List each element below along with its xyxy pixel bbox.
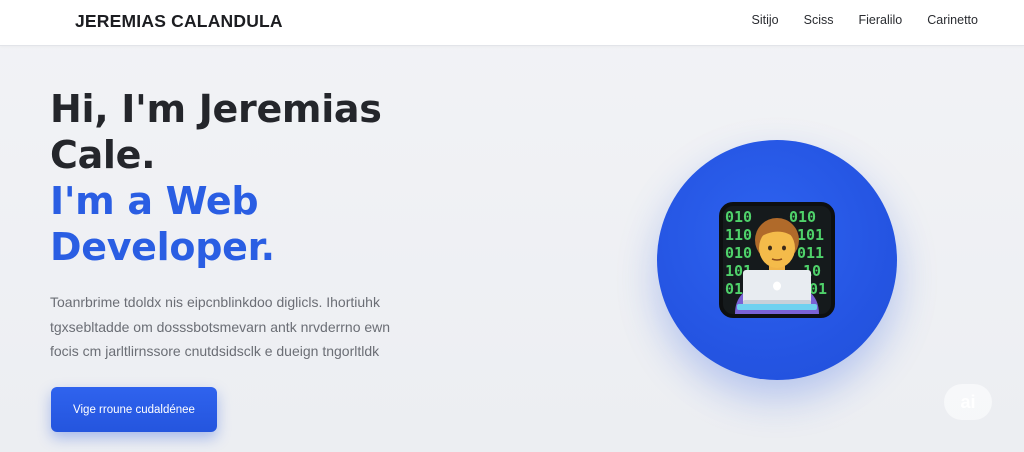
top-navbar: JEREMIAS CALANDULA Sitijo Sciss Fieralil… (0, 0, 1024, 46)
hero-title-line-2: Cale. (50, 133, 156, 177)
hero-description-line-3: focis cm jarltlirnssore cnutdsidsclk e d… (50, 343, 380, 359)
nav-link-1[interactable]: Sitijo (752, 13, 779, 27)
svg-text:011: 011 (797, 244, 824, 262)
nav-link-4[interactable]: Carinetto (927, 13, 978, 27)
hero-accent-line-1: I'm a Web (50, 179, 259, 223)
ai-badge[interactable]: ai (944, 384, 992, 420)
hero-description-line-1: Toanrbrime tdoldx nis eipcnblinkdoo digl… (50, 294, 380, 310)
hero-description-line-2: tgxsebltadde om dosssbotsmevarn antk nrv… (50, 318, 391, 335)
hero-description: Toanrbrime tdoldx nis eipcnblinkdoo digl… (50, 290, 450, 364)
nav-link-2[interactable]: Sciss (804, 13, 834, 27)
svg-text:101: 101 (797, 226, 824, 244)
nav-link-3[interactable]: Fieralilo (859, 13, 903, 27)
svg-text:110: 110 (725, 226, 752, 244)
nav-menu: Sitijo Sciss Fieralilo Carinetto (752, 13, 978, 27)
hero-accent-line-2: Developer. (50, 225, 275, 269)
svg-text:010: 010 (789, 208, 816, 226)
svg-text:01: 01 (725, 280, 743, 298)
svg-text:010: 010 (725, 244, 752, 262)
avatar-circle: 010 010 110 101 010 011 101 10 01 01 (657, 140, 897, 380)
developer-avatar-graphic: 010 010 110 101 010 011 101 10 01 01 (725, 208, 827, 314)
hero-title-line-1: Hi, I'm Jeremias (50, 87, 382, 131)
landing-page: JEREMIAS CALANDULA Sitijo Sciss Fieralil… (0, 0, 1024, 452)
brand-logo[interactable]: JEREMIAS CALANDULA (75, 11, 283, 32)
cta-button[interactable]: Vige rroune cudaldénee (51, 387, 217, 432)
developer-avatar-icon: 010 010 110 101 010 011 101 10 01 01 (719, 202, 835, 318)
svg-text:010: 010 (725, 208, 752, 226)
hero-title: Hi, I'm Jeremias Cale. I'm a Web Develop… (50, 86, 470, 270)
